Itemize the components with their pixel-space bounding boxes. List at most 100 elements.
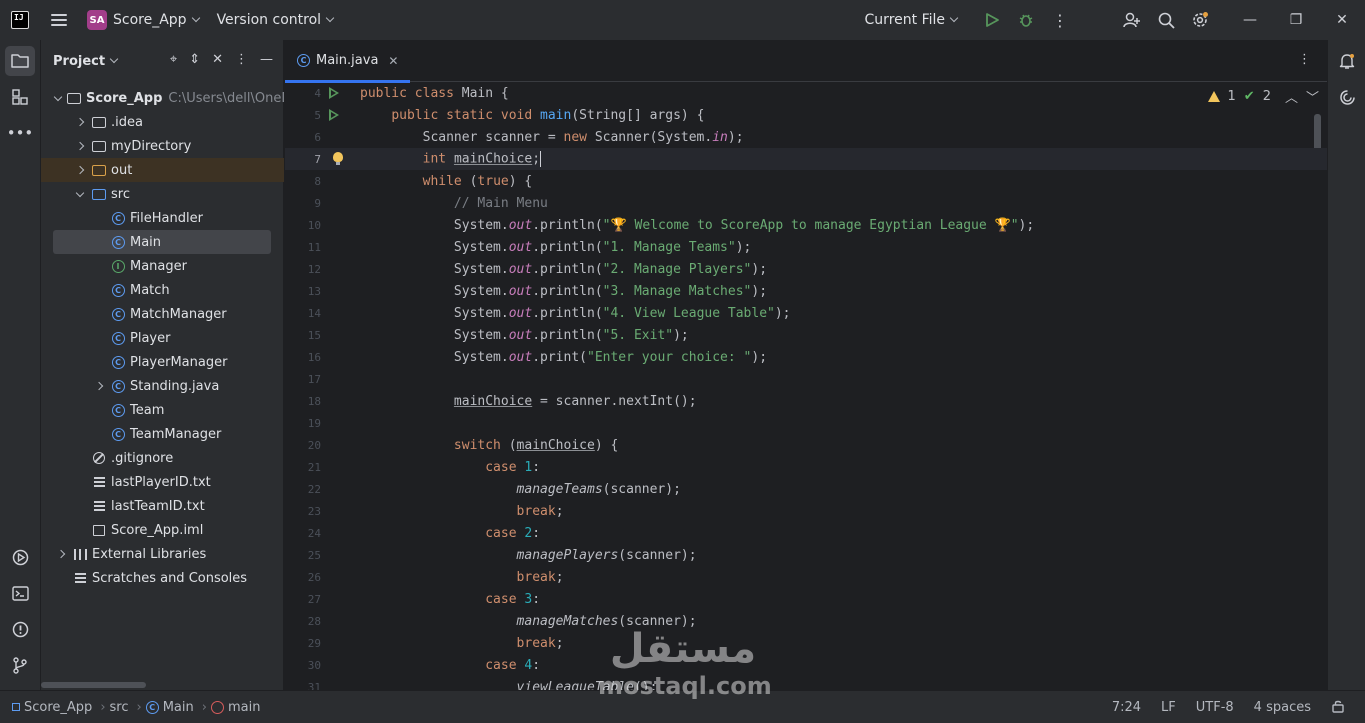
tree-item-label: MatchManager	[130, 306, 227, 322]
breadcrumb-item[interactable]: main	[228, 700, 260, 715]
more-actions-button[interactable]: ⋮	[1043, 0, 1077, 40]
git-branch-icon	[13, 656, 27, 674]
lightbulb-icon[interactable]	[333, 152, 343, 165]
code-line: System.out.println("4. View League Table…	[360, 305, 791, 321]
line-number: 18	[307, 394, 321, 408]
more-vertical-icon[interactable]: ⋮	[1298, 52, 1311, 67]
code-line: case 2:	[485, 525, 541, 541]
run-gutter-icon[interactable]	[329, 87, 339, 99]
tree-item-manager[interactable]: I Manager	[41, 254, 284, 278]
breadcrumb-item[interactable]: Main	[163, 700, 194, 715]
caret-position[interactable]: 7:24	[1112, 700, 1141, 715]
code-line: break;	[516, 503, 564, 519]
tree-item-out[interactable]: out	[41, 158, 284, 182]
indent-setting[interactable]: 4 spaces	[1254, 700, 1311, 715]
expand-all-icon[interactable]: ⇕	[189, 52, 200, 67]
folder-icon	[92, 115, 106, 129]
code-with-me-button[interactable]	[1115, 0, 1149, 40]
terminal-tool-button[interactable]	[5, 578, 35, 608]
chevron-right-icon[interactable]	[74, 116, 86, 128]
tree-item-score-app[interactable]: Score_App C:\Users\dell\OneD	[41, 86, 284, 110]
locate-icon[interactable]: ⌖	[170, 52, 177, 67]
breadcrumb-item[interactable]: src	[110, 700, 129, 715]
tree-item-filehandler[interactable]: C FileHandler	[41, 206, 284, 230]
close-window-button[interactable]: ✕	[1319, 0, 1365, 40]
class-icon: C	[111, 331, 125, 345]
tree-item-lastteamid[interactable]: lastTeamID.txt	[41, 494, 284, 518]
more-vertical-icon[interactable]: ⋮	[235, 52, 248, 67]
code-line: System.out.println("🏆 Welcome to ScoreAp…	[360, 217, 1035, 233]
minimize-button[interactable]: —	[1227, 0, 1273, 40]
text-file-icon	[92, 475, 106, 489]
chevron-right-icon[interactable]	[74, 164, 86, 176]
tab-main-java[interactable]: C Main.java ✕	[285, 40, 411, 83]
run-config-selector[interactable]: Current File	[865, 12, 959, 28]
code-line: managePlayers(scanner);	[516, 547, 697, 563]
tree-item-mydirectory[interactable]: myDirectory	[41, 134, 284, 158]
tree-item-matchmanager[interactable]: C MatchManager	[41, 302, 284, 326]
tree-item-iml[interactable]: Score_App.iml	[41, 518, 284, 542]
tree-item-src[interactable]: src	[41, 182, 284, 206]
module-file-icon	[92, 523, 106, 537]
chevron-down-icon[interactable]	[74, 188, 86, 200]
code-line: break;	[516, 635, 564, 651]
line-number: 4	[314, 86, 321, 100]
code-line: System.out.println("2. Manage Players");	[360, 261, 768, 277]
chevron-right-icon[interactable]	[74, 140, 86, 152]
code-area[interactable]: 4 public class Main { 5 public static voi…	[285, 82, 1327, 690]
project-selector[interactable]: Score_App	[113, 12, 200, 28]
code-line: while (true) {	[422, 173, 533, 189]
services-tool-button[interactable]	[5, 542, 35, 572]
search-button[interactable]	[1149, 0, 1183, 40]
tree-item-team[interactable]: C Team	[41, 398, 284, 422]
line-number: 23	[307, 504, 321, 518]
project-badge[interactable]: SA	[87, 10, 107, 30]
structure-tool-button[interactable]	[5, 82, 35, 112]
project-tool-button[interactable]	[5, 46, 35, 76]
tree-item-match[interactable]: C Match	[41, 278, 284, 302]
chevron-down-icon[interactable]	[55, 92, 61, 104]
line-number: 14	[307, 306, 321, 320]
tree-item-label: .gitignore	[111, 450, 174, 466]
tree-item-label: Standing.java	[130, 378, 220, 394]
chevron-right-icon[interactable]	[55, 548, 67, 560]
more-tools-button[interactable]: •••	[5, 118, 35, 148]
run-gutter-icon[interactable]	[329, 109, 339, 121]
line-number: 11	[307, 240, 321, 254]
line-separator[interactable]: LF	[1161, 700, 1176, 715]
close-icon[interactable]: ✕	[388, 54, 398, 68]
tree-item-label: Manager	[130, 258, 187, 274]
notifications-button[interactable]	[1332, 46, 1362, 76]
tree-item-teammanager[interactable]: C TeamManager	[41, 422, 284, 446]
tree-item-gitignore[interactable]: .gitignore	[41, 446, 284, 470]
main-menu-icon[interactable]	[51, 14, 67, 26]
tab-label: Main.java	[316, 53, 379, 68]
run-button[interactable]	[975, 0, 1009, 40]
tree-item-player[interactable]: C Player	[41, 326, 284, 350]
tree-item-standing[interactable]: C Standing.java	[41, 374, 284, 398]
debug-button[interactable]	[1009, 0, 1043, 40]
tree-item-external-libraries[interactable]: External Libraries	[41, 542, 284, 566]
restore-button[interactable]: ❐	[1273, 0, 1319, 40]
tree-item-playermanager[interactable]: C PlayerManager	[41, 350, 284, 374]
tree-item-idea[interactable]: .idea	[41, 110, 284, 134]
hide-panel-icon[interactable]: —	[260, 52, 273, 67]
tree-item-lastplayerid[interactable]: lastPlayerID.txt	[41, 470, 284, 494]
problems-tool-button[interactable]	[5, 614, 35, 644]
vcs-menu[interactable]: Version control	[217, 12, 335, 28]
breadcrumb-item[interactable]: Score_App	[24, 700, 92, 715]
horizontal-scrollbar[interactable]	[41, 682, 146, 688]
ai-assistant-button[interactable]	[1332, 82, 1362, 112]
chevron-down-icon	[325, 13, 335, 23]
file-encoding[interactable]: UTF-8	[1196, 700, 1234, 715]
tree-item-scratches[interactable]: Scratches and Consoles	[41, 566, 284, 590]
lock-icon[interactable]	[1331, 699, 1345, 717]
git-tool-button[interactable]	[5, 650, 35, 680]
run-icon	[986, 13, 999, 27]
chevron-right-icon[interactable]	[93, 380, 105, 392]
tree-item-main[interactable]: C Main	[53, 230, 271, 254]
class-icon: C	[111, 235, 125, 249]
settings-button[interactable]	[1183, 0, 1217, 40]
method-icon	[210, 700, 224, 714]
collapse-all-icon[interactable]: ✕	[212, 52, 223, 67]
